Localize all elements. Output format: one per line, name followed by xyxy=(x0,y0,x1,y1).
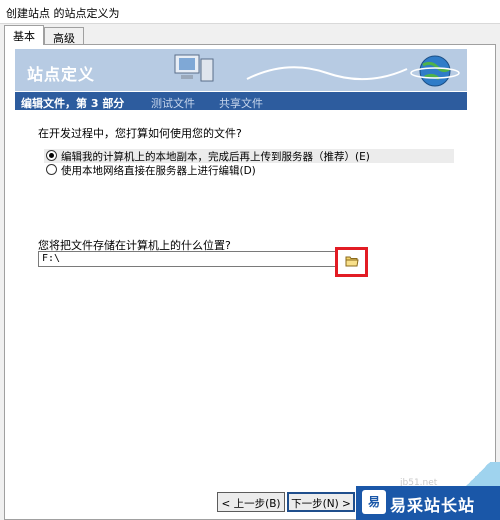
wizard-step-bar: 编辑文件，第 3 部分 测试文件 共享文件 xyxy=(15,92,467,110)
window-title: 创建站点 的站点定义为 xyxy=(6,7,120,20)
edit-mode-question: 在开发过程中，您打算如何使用您的文件? xyxy=(38,127,242,140)
watermark-text: 易采站长站 xyxy=(390,496,476,515)
tab-panel: 站点定义 编辑文件，第 3 部分 测试文件 共享文件 在开发过程中，您打算如何使… xyxy=(4,44,496,520)
banner-title: 站点定义 xyxy=(27,65,96,84)
folder-icon xyxy=(345,256,359,267)
step-test-files: 测试文件 xyxy=(151,97,195,110)
tab-basic[interactable]: 基本 xyxy=(4,25,44,45)
radio-button-unchecked[interactable] xyxy=(46,164,57,175)
watermark-ribbon xyxy=(456,462,500,486)
radio-label-edit-local: 编辑我的计算机上的本地副本，完成后再上传到服务器（推荐）(E) xyxy=(61,151,370,163)
radio-edit-local[interactable]: 编辑我的计算机上的本地副本，完成后再上传到服务器（推荐）(E) xyxy=(44,149,454,163)
browse-folder-button[interactable] xyxy=(335,247,368,277)
network-illustration-icon xyxy=(167,49,467,91)
tab-advanced[interactable]: 高级 xyxy=(44,27,84,45)
local-folder-input[interactable]: F:\ xyxy=(38,251,336,267)
title-bar: 创建站点 的站点定义为 xyxy=(0,0,500,24)
radio-label-edit-server: 使用本地网络直接在服务器上进行编辑(D) xyxy=(61,165,256,177)
step-share-files: 共享文件 xyxy=(219,97,263,110)
next-button[interactable]: 下一步(N) > xyxy=(287,492,355,512)
step-current: 编辑文件，第 3 部分 xyxy=(21,97,125,110)
watermark: 易 易采站长站 xyxy=(356,486,500,520)
wizard-banner: 站点定义 xyxy=(15,49,467,91)
tab-strip: 基本 高级 xyxy=(0,24,500,45)
radio-edit-server[interactable]: 使用本地网络直接在服务器上进行编辑(D) xyxy=(44,163,454,177)
previous-button[interactable]: < 上一步(B) xyxy=(217,492,285,512)
watermark-logo-icon: 易 xyxy=(362,490,386,514)
radio-button-checked[interactable] xyxy=(46,150,57,161)
